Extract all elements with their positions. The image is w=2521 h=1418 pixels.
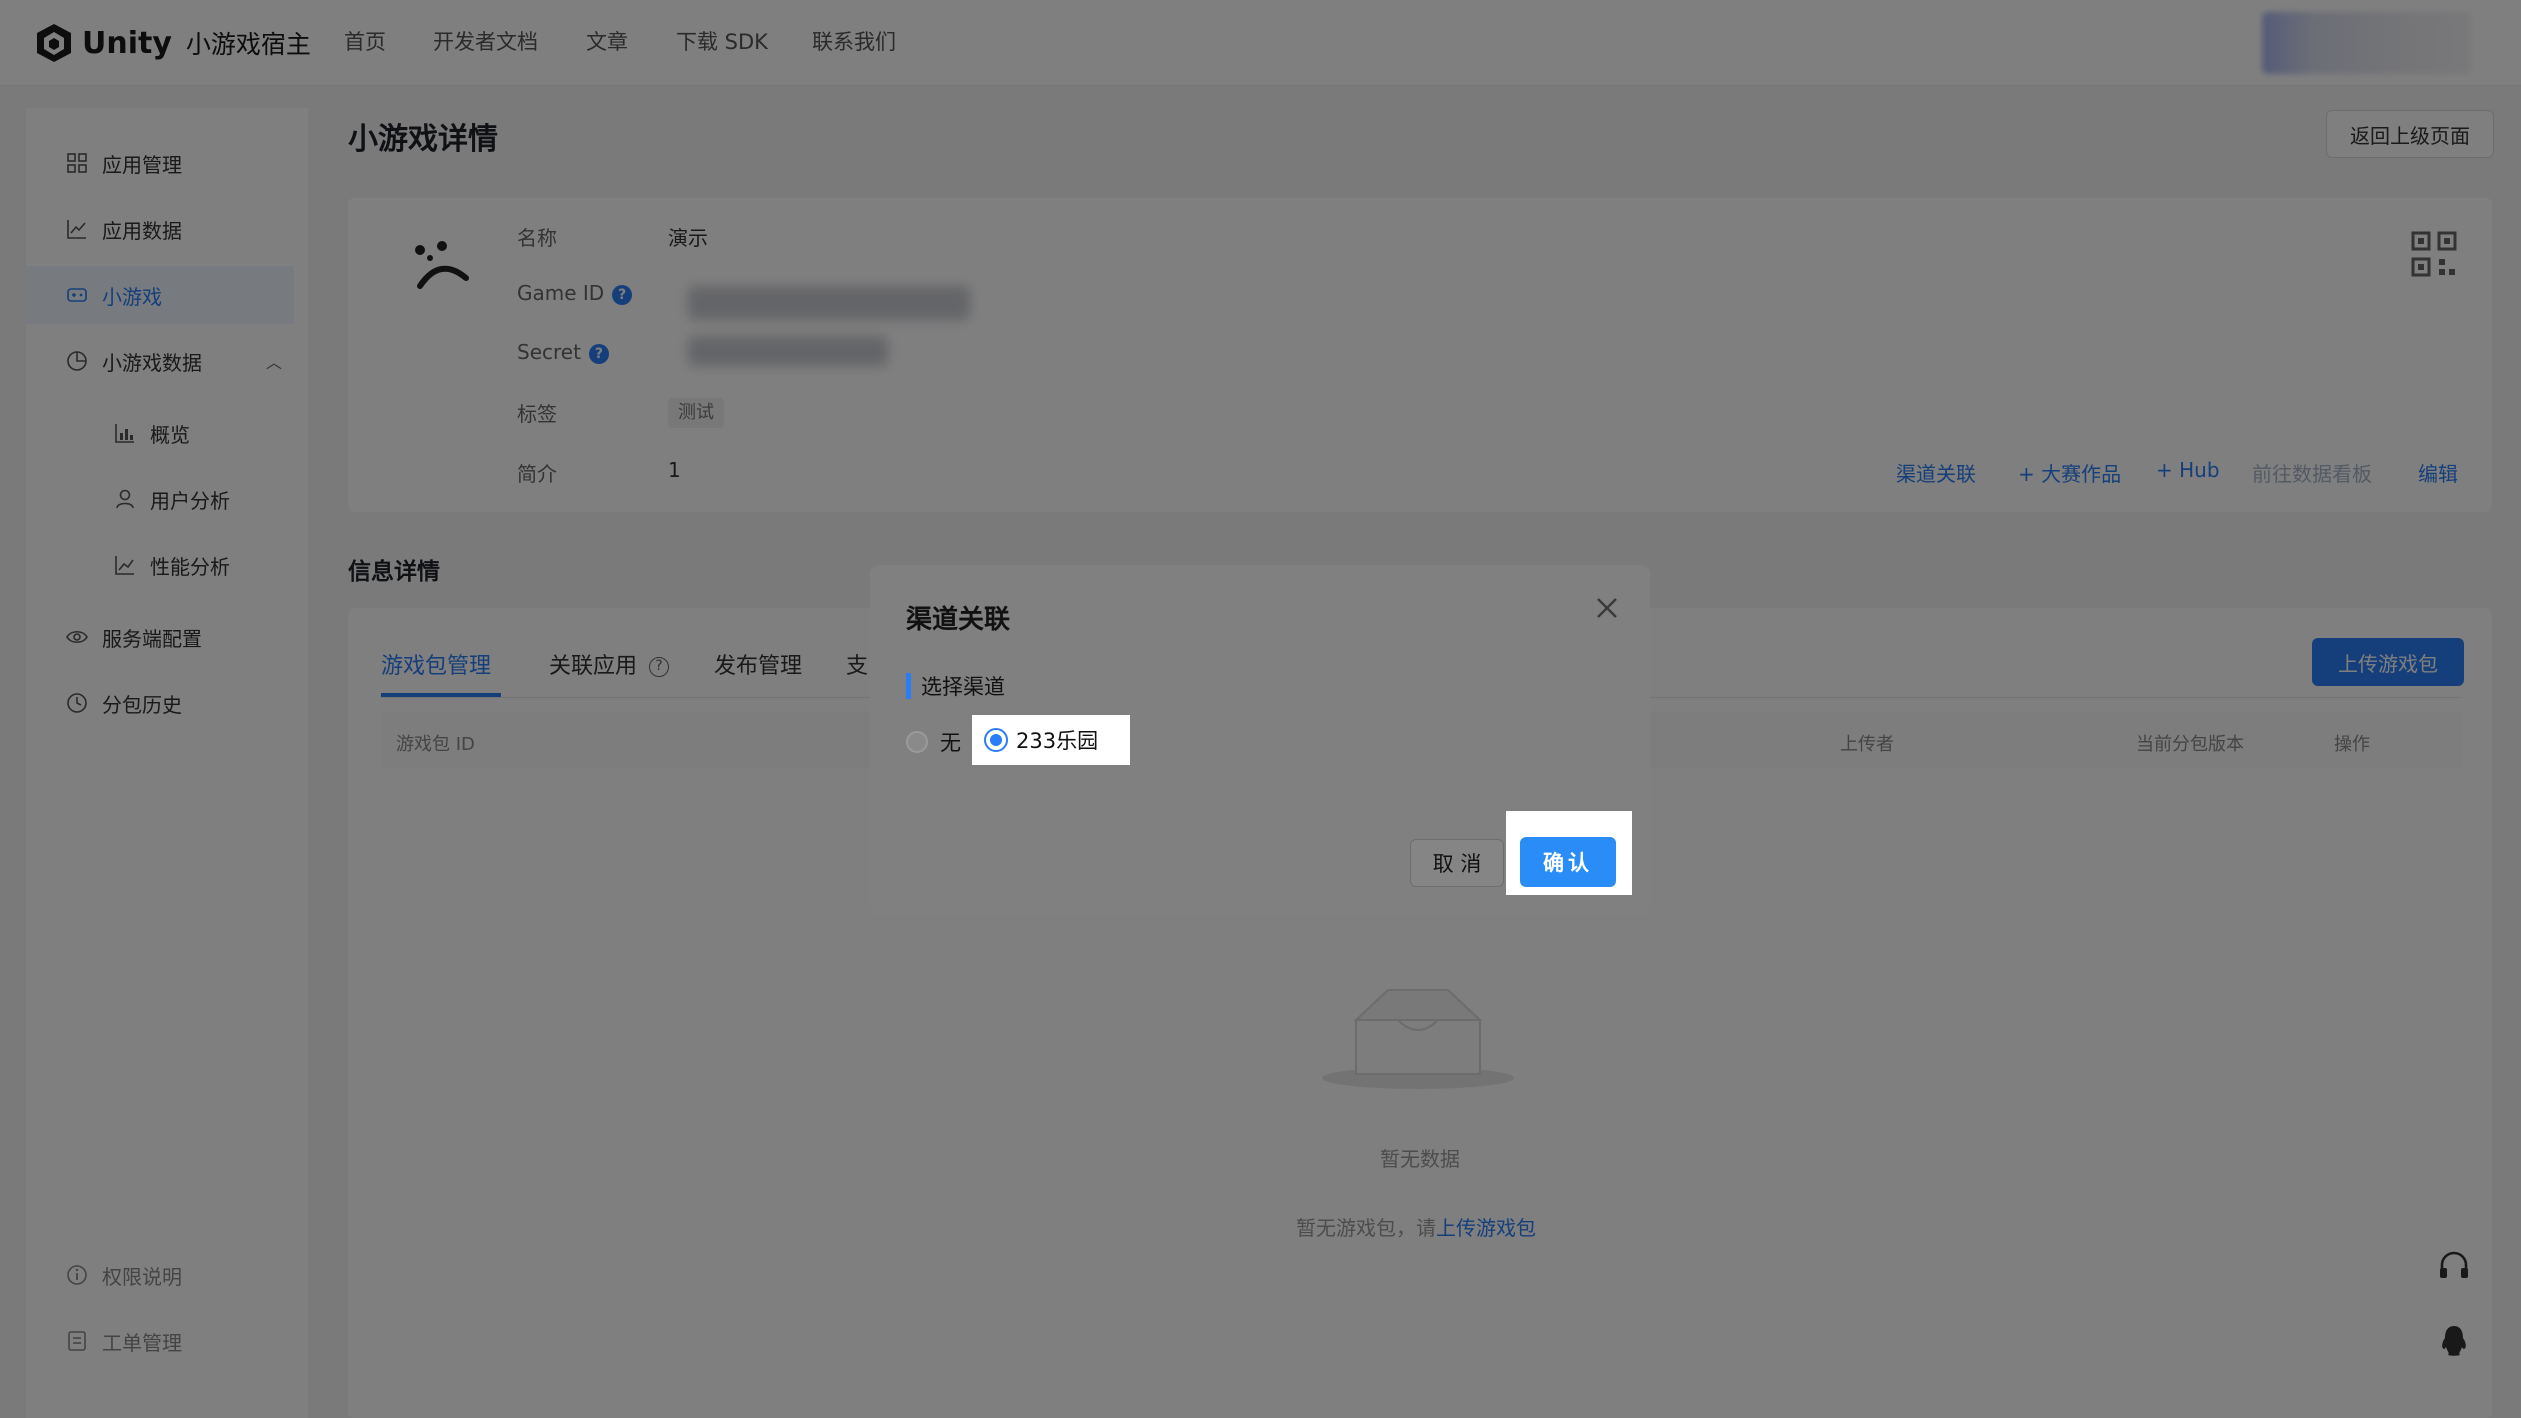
radio-unchecked[interactable] [906,731,928,753]
dialog-title: 渠道关联 [906,605,1011,635]
confirm-button[interactable]: 确认 [1520,837,1616,887]
radio-label-233-park: 233乐园 [1016,729,1099,753]
select-channel-label: 选择渠道 [921,675,1005,699]
section-accent-bar [906,673,911,699]
radio-option-233-park[interactable]: 233乐园 [972,715,1130,765]
select-channel-heading: 选择渠道 [906,673,1005,699]
confirm-button-highlight: 确认 [1506,811,1632,895]
close-icon[interactable] [1592,593,1622,623]
radio-checked[interactable] [984,728,1008,752]
channel-link-dialog: 渠道关联 选择渠道 无 233乐园 取 消 确认 [870,565,1650,915]
radio-label-none: 无 [940,731,961,755]
radio-option-none[interactable]: 无 [906,727,961,757]
cancel-button[interactable]: 取 消 [1410,839,1504,887]
